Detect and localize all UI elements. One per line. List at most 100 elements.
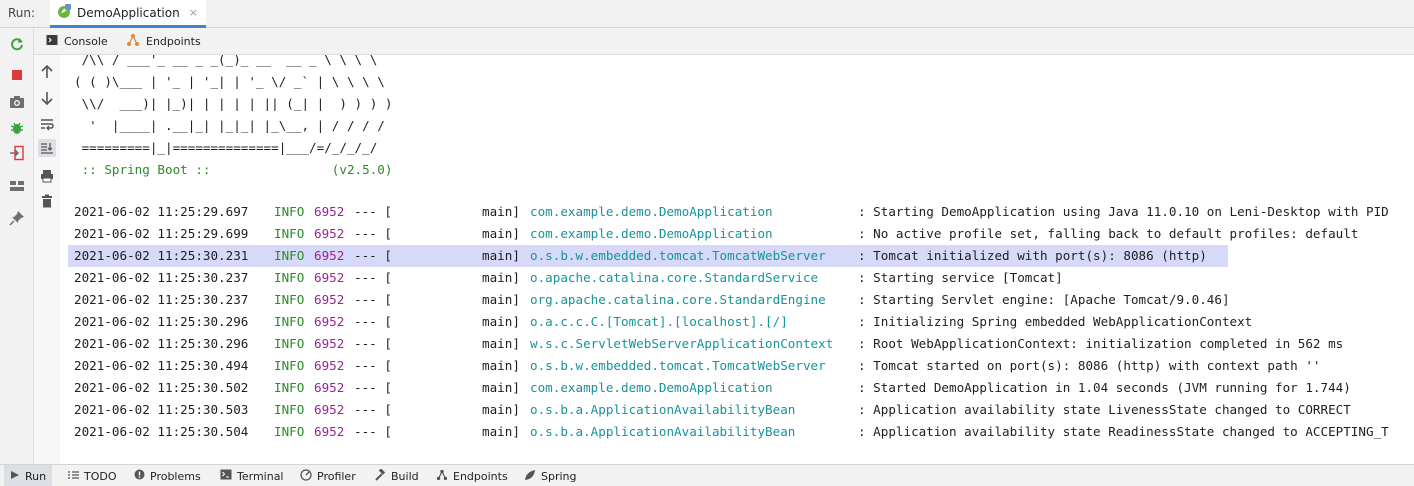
log-row[interactable]: 2021-06-02 11:25:30.494 INFO 6952 --- [main… — [68, 355, 1414, 377]
endpoints-icon — [126, 33, 140, 50]
log-timestamp: 2021-06-02 11:25:30.296 — [74, 336, 249, 351]
log-pid: 6952 — [314, 204, 345, 219]
log-separator: --- [ — [354, 402, 392, 417]
log-level: INFO — [274, 226, 305, 241]
log-separator: --- [ — [354, 380, 392, 395]
log-row[interactable]: 2021-06-02 11:25:30.502 INFO 6952 --- [main… — [68, 377, 1414, 399]
log-pid: 6952 — [314, 292, 345, 307]
tool-window-bar: Run TODO Problems Terminal Profiler Buil… — [0, 464, 1414, 486]
stop-icon[interactable] — [9, 67, 25, 83]
bottom-tab-endpoints[interactable]: Endpoints — [430, 465, 514, 486]
bottom-tab-todo[interactable]: TODO — [62, 465, 123, 486]
soft-wrap-icon[interactable] — [38, 115, 56, 133]
camera-icon[interactable] — [9, 94, 25, 110]
hammer-icon — [374, 467, 386, 484]
log-level: INFO — [274, 292, 305, 307]
log-row[interactable]: 2021-06-02 11:25:29.699 INFO 6952 --- [main… — [68, 223, 1414, 245]
log-message: : Started DemoApplication in 1.04 second… — [858, 380, 1351, 395]
console-toolbar — [34, 55, 60, 464]
log-timestamp: 2021-06-02 11:25:29.697 — [74, 204, 249, 219]
list-icon — [68, 470, 79, 483]
log-row[interactable]: 2021-06-02 11:25:30.504 INFO 6952 --- [main… — [68, 421, 1414, 443]
trash-icon[interactable] — [38, 192, 56, 210]
run-tab-title: DemoApplication — [77, 5, 180, 20]
console-output[interactable]: /\\ / ___'_ __ _ _(_)_ __ __ _ \ \ \ \ (… — [60, 55, 1414, 464]
log-logger: o.a.c.c.C.[Tomcat].[localhost].[/] — [530, 314, 788, 329]
bottom-tab-label: Profiler — [317, 469, 356, 483]
log-timestamp: 2021-06-02 11:25:30.502 — [74, 380, 249, 395]
spring-banner-line: =========|_|==============|___/=/_/_/_/ — [74, 140, 378, 155]
layout-icon[interactable] — [9, 178, 25, 194]
log-timestamp: 2021-06-02 11:25:30.231 — [74, 248, 249, 263]
log-pid: 6952 — [314, 402, 345, 417]
log-message: : No active profile set, falling back to… — [858, 226, 1359, 241]
run-config-tab[interactable]: DemoApplication × — [50, 0, 206, 28]
log-level: INFO — [274, 358, 305, 373]
spring-leaf-icon — [524, 469, 536, 484]
log-timestamp: 2021-06-02 11:25:30.504 — [74, 424, 249, 439]
profiler-icon — [300, 468, 312, 484]
bottom-tab-spring[interactable]: Spring — [518, 465, 583, 486]
pin-icon[interactable] — [9, 210, 25, 226]
bottom-tab-label: Terminal — [237, 469, 284, 483]
log-message: : Application availability state Readine… — [858, 424, 1389, 439]
tab-console-label: Console — [64, 35, 108, 48]
log-message: : Starting service [Tomcat] — [858, 270, 1063, 285]
log-message: : Root WebApplicationContext: initializa… — [858, 336, 1344, 351]
log-separator: --- [ — [354, 226, 392, 241]
restore-layout-icon[interactable] — [9, 145, 25, 161]
log-logger: o.s.b.w.embedded.tomcat.TomcatWebServer — [530, 248, 826, 263]
spring-banner-line: \\/ ___)| |_)| | | | | || (_| | ) ) ) ) — [74, 96, 393, 111]
log-separator: --- [ — [354, 248, 392, 263]
bottom-tab-profiler[interactable]: Profiler — [294, 465, 362, 486]
bottom-tab-run[interactable]: Run — [4, 465, 53, 486]
run-label: Run: — [8, 6, 36, 20]
log-logger: w.s.c.ServletWebServerApplicationContext — [530, 336, 834, 351]
log-row[interactable]: 2021-06-02 11:25:30.296 INFO 6952 --- [main… — [68, 333, 1414, 355]
bottom-tab-problems[interactable]: Problems — [128, 465, 207, 486]
log-level: INFO — [274, 204, 305, 219]
log-message: : Tomcat started on port(s): 8086 (http)… — [858, 358, 1321, 373]
tab-endpoints[interactable]: Endpoints — [126, 28, 201, 55]
log-row[interactable]: 2021-06-02 11:25:29.697 INFO 6952 --- [main… — [68, 201, 1414, 223]
tab-endpoints-label: Endpoints — [146, 35, 201, 48]
log-thread: main] — [482, 270, 520, 285]
bottom-tab-build[interactable]: Build — [368, 465, 425, 486]
log-row[interactable]: 2021-06-02 11:25:30.296 INFO 6952 --- [main… — [68, 311, 1414, 333]
log-level: INFO — [274, 248, 305, 263]
log-timestamp: 2021-06-02 11:25:30.237 — [74, 270, 249, 285]
log-message: : Tomcat initialized with port(s): 8086 … — [858, 248, 1207, 263]
log-level: INFO — [274, 424, 305, 439]
log-separator: --- [ — [354, 336, 392, 351]
log-message: : Application availability state Livenes… — [858, 402, 1351, 417]
log-thread: main] — [482, 336, 520, 351]
log-separator: --- [ — [354, 270, 392, 285]
arrow-down-icon[interactable] — [38, 89, 56, 107]
log-logger: org.apache.catalina.core.StandardEngine — [530, 292, 826, 307]
log-timestamp: 2021-06-02 11:25:30.494 — [74, 358, 249, 373]
log-pid: 6952 — [314, 358, 345, 373]
log-thread: main] — [482, 358, 520, 373]
run-icon — [10, 470, 20, 483]
log-separator: --- [ — [354, 314, 392, 329]
arrow-up-icon[interactable] — [38, 63, 56, 81]
log-row[interactable]: 2021-06-02 11:25:30.237 INFO 6952 --- [main… — [68, 289, 1414, 311]
log-row-selected[interactable]: 2021-06-02 11:25:30.231 INFO 6952 --- [main… — [68, 245, 1228, 267]
scroll-to-end-icon[interactable] — [38, 139, 56, 157]
bottom-tab-label: Build — [391, 469, 419, 483]
log-pid: 6952 — [314, 314, 345, 329]
bottom-tab-terminal[interactable]: Terminal — [214, 465, 290, 486]
log-timestamp: 2021-06-02 11:25:30.503 — [74, 402, 249, 417]
rerun-icon[interactable] — [9, 36, 25, 52]
log-message: : Starting DemoApplication using Java 11… — [858, 204, 1389, 219]
log-row[interactable]: 2021-06-02 11:25:30.503 INFO 6952 --- [main… — [68, 399, 1414, 421]
console-icon — [46, 34, 58, 49]
log-thread: main] — [482, 248, 520, 263]
debug-bug-icon[interactable] — [9, 120, 25, 136]
print-icon[interactable] — [38, 167, 56, 185]
log-row[interactable]: 2021-06-02 11:25:30.237 INFO 6952 --- [main… — [68, 267, 1414, 289]
log-thread: main] — [482, 204, 520, 219]
tab-console[interactable]: Console — [46, 28, 108, 55]
close-icon[interactable]: × — [189, 6, 198, 19]
bottom-tab-label: Endpoints — [453, 469, 508, 483]
